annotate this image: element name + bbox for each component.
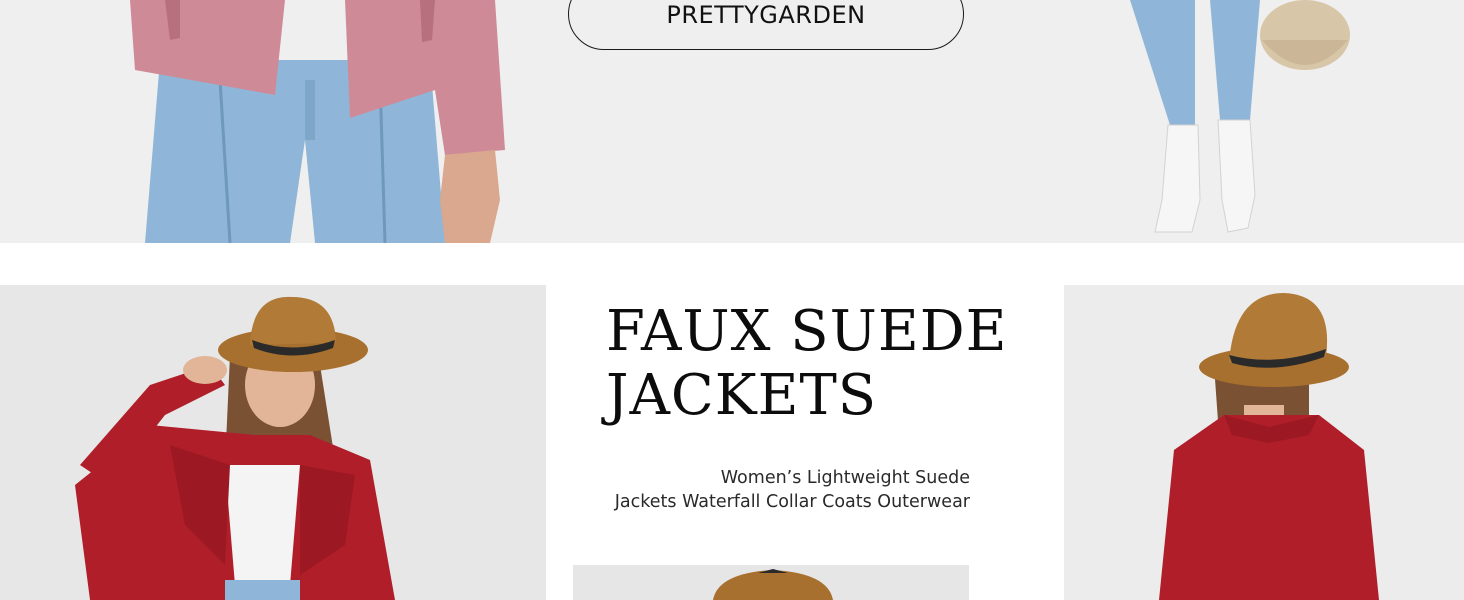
model-pink-jacket-photo xyxy=(100,0,530,243)
model-red-jacket-front-photo xyxy=(0,285,546,600)
top-banner: PRETTYGARDEN xyxy=(0,0,1464,243)
product-description-line-1: Women’s Lightweight Suede xyxy=(720,468,970,488)
product-title-line-2: JACKETS xyxy=(606,363,878,428)
model-red-jacket-back-photo xyxy=(1064,285,1464,600)
model-hat-thumbnail-photo xyxy=(573,565,969,600)
product-description: Women’s Lightweight Suede Jackets Waterf… xyxy=(580,466,970,514)
product-title: FAUX SUEDE JACKETS xyxy=(606,300,1026,428)
product-description-line-2: Jackets Waterfall Collar Coats Outerwear xyxy=(614,492,970,512)
product-title-line-1: FAUX SUEDE xyxy=(606,299,1008,364)
model-white-boots-photo xyxy=(1100,0,1380,243)
brand-button[interactable]: PRETTYGARDEN xyxy=(568,0,964,50)
